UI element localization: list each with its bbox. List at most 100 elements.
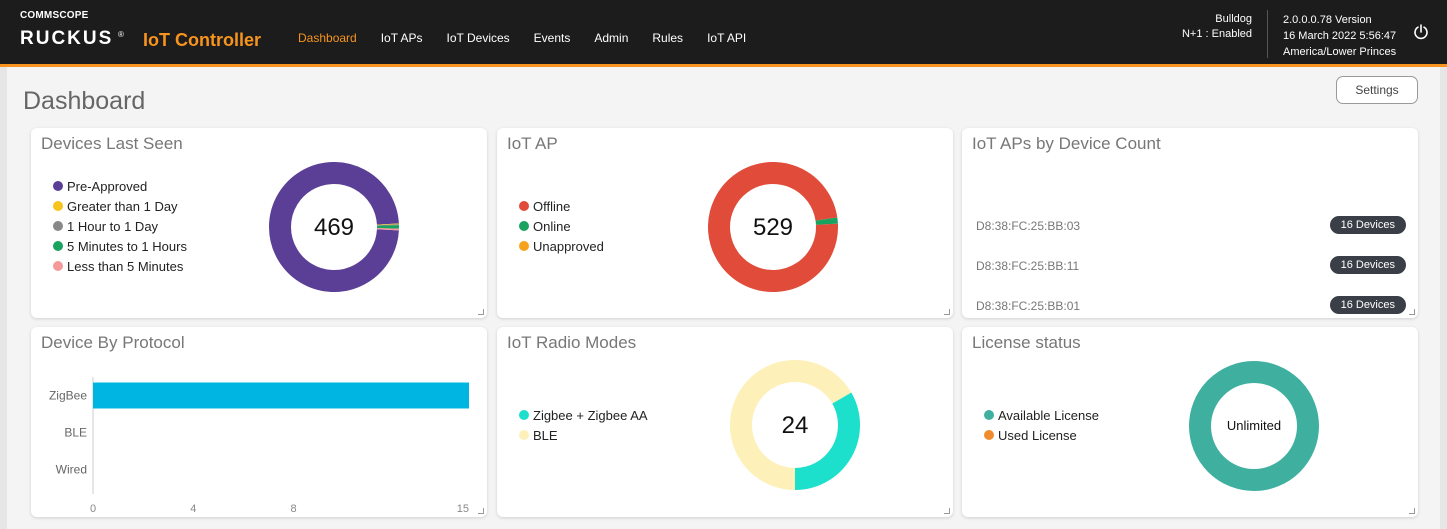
- legend-label: Unapproved: [533, 238, 604, 254]
- legend-label: Greater than 1 Day: [67, 198, 178, 214]
- divider: [1267, 10, 1268, 58]
- legend-dot: [53, 181, 63, 191]
- legend-label: Offline: [533, 198, 571, 214]
- legend-label: Online: [533, 218, 571, 234]
- card-title: IoT Radio Modes: [507, 333, 637, 352]
- radio-modes-legend: Zigbee + Zigbee AA BLE: [519, 405, 648, 445]
- legend-item[interactable]: Online: [519, 216, 604, 236]
- nav-rules[interactable]: Rules: [652, 31, 683, 45]
- legend-label: Pre-Approved: [67, 178, 148, 194]
- legend-item[interactable]: Unapproved: [519, 236, 604, 256]
- device-by-protocol-card: Device By Protocol ZigBee BLE Wired 0 4 8 15: [31, 327, 487, 517]
- donut-slice-online[interactable]: [815, 217, 838, 225]
- nav-iot-aps[interactable]: IoT APs: [381, 31, 423, 45]
- resize-handle[interactable]: [944, 508, 950, 514]
- legend-item[interactable]: Greater than 1 Day: [53, 196, 187, 216]
- registered-mark: ®: [118, 30, 124, 39]
- nav-events[interactable]: Events: [534, 31, 571, 45]
- version-info: 2.0.0.0.78 Version 16 March 2022 5:56:47…: [1283, 12, 1396, 60]
- aps-by-device-count-card: IoT APs by Device Count D8:38:FC:25:BB:0…: [962, 128, 1418, 318]
- resize-handle[interactable]: [1409, 309, 1415, 315]
- device-by-protocol-chart: ZigBee BLE Wired 0 4 8 15: [49, 377, 469, 515]
- donut-total: 24: [781, 412, 809, 439]
- legend-label: Used License: [998, 427, 1077, 443]
- category-label: BLE: [64, 426, 87, 440]
- legend-dot: [53, 241, 63, 251]
- donut-total: 529: [752, 214, 794, 241]
- product-name: IoT Controller: [143, 30, 261, 50]
- version: 2.0.0.0.78 Version: [1283, 14, 1372, 26]
- legend-dot: [53, 261, 63, 271]
- legend-dot: [53, 221, 63, 231]
- resize-handle[interactable]: [1409, 508, 1415, 514]
- category-label: Wired: [56, 463, 87, 477]
- top-bar: COMMSCOPE RUCKUS ® IoT Controller Dashbo…: [0, 0, 1447, 67]
- legend-dot: [984, 430, 994, 440]
- device-count-badge: 16 Devices: [1329, 216, 1406, 234]
- legend-dot: [53, 201, 63, 211]
- device-count-badge: 16 Devices: [1329, 256, 1406, 274]
- nav-admin[interactable]: Admin: [594, 31, 628, 45]
- license-legend: Available License Used License: [984, 405, 1099, 445]
- x-tick-label: 8: [290, 503, 296, 515]
- license-center-label: Unlimited: [1226, 418, 1282, 433]
- card-title: Devices Last Seen: [41, 134, 183, 153]
- legend-dot: [984, 410, 994, 420]
- nav-dashboard[interactable]: Dashboard: [298, 31, 357, 45]
- legend-label: Available License: [998, 407, 1099, 423]
- product-line-logo: RUCKUS: [20, 28, 114, 49]
- bar-zigbee[interactable]: [93, 382, 469, 409]
- legend-item[interactable]: 1 Hour to 1 Day: [53, 216, 187, 236]
- ap-mac: D8:38:FC:25:BB:03: [976, 219, 1081, 233]
- card-title: IoT AP: [507, 134, 558, 153]
- resize-handle[interactable]: [944, 309, 950, 315]
- datetime: 16 March 2022 5:56:47: [1283, 30, 1397, 42]
- donut-total: 469: [313, 214, 355, 241]
- legend-item[interactable]: Less than 5 Minutes: [53, 256, 187, 276]
- page-title: Dashboard: [23, 87, 146, 115]
- ap-mac: D8:38:FC:25:BB:01: [976, 299, 1081, 313]
- legend-item[interactable]: Used License: [984, 425, 1099, 445]
- ap-row[interactable]: D8:38:FC:25:BB:11 16 Devices: [976, 256, 1406, 276]
- power-icon[interactable]: [1413, 24, 1429, 40]
- legend-label: 5 Minutes to 1 Hours: [67, 238, 187, 254]
- devices-last-seen-card: Devices Last Seen Pre-Approved Greater t…: [31, 128, 487, 318]
- category-label: ZigBee: [49, 389, 87, 403]
- legend-label: Zigbee + Zigbee AA: [533, 407, 648, 423]
- legend-label: 1 Hour to 1 Day: [67, 218, 159, 234]
- devices-last-seen-legend: Pre-Approved Greater than 1 Day 1 Hour t…: [53, 176, 187, 276]
- card-title: Device By Protocol: [41, 333, 185, 352]
- settings-button[interactable]: Settings: [1336, 76, 1418, 104]
- license-status-card: License status Available License Used Li…: [962, 327, 1418, 517]
- resize-handle[interactable]: [478, 508, 484, 514]
- legend-item[interactable]: Pre-Approved: [53, 176, 187, 196]
- legend-item[interactable]: Zigbee + Zigbee AA: [519, 405, 648, 425]
- x-tick-label: 0: [90, 503, 96, 515]
- company-logo: COMMSCOPE: [20, 10, 89, 21]
- legend-item[interactable]: Offline: [519, 196, 604, 216]
- legend-dot: [519, 410, 529, 420]
- nav-iot-api[interactable]: IoT API: [707, 31, 746, 45]
- device-count-badge: 16 Devices: [1329, 296, 1406, 314]
- radio-modes-card: IoT Radio Modes Zigbee + Zigbee AA BLE 2…: [497, 327, 953, 517]
- timezone: America/Lower Princes: [1283, 46, 1397, 58]
- nav-iot-devices[interactable]: IoT Devices: [447, 31, 510, 45]
- legend-item[interactable]: 5 Minutes to 1 Hours: [53, 236, 187, 256]
- x-tick-label: 4: [190, 503, 196, 515]
- legend-dot: [519, 241, 529, 251]
- redundancy-status: N+1 : Enabled: [1181, 28, 1252, 40]
- legend-label: BLE: [533, 427, 558, 443]
- resize-handle[interactable]: [478, 309, 484, 315]
- legend-item[interactable]: Available License: [984, 405, 1099, 425]
- legend-dot: [519, 430, 529, 440]
- system-info: Bulldog N+1 : Enabled: [1182, 12, 1252, 42]
- iot-ap-card: IoT AP Offline Online Unapproved 529: [497, 128, 953, 318]
- ap-row[interactable]: D8:38:FC:25:BB:01 16 Devices: [976, 296, 1406, 316]
- legend-label: Less than 5 Minutes: [67, 258, 184, 274]
- main-nav: Dashboard IoT APs IoT Devices Events Adm…: [298, 31, 770, 45]
- legend-dot: [519, 201, 529, 211]
- legend-item[interactable]: BLE: [519, 425, 648, 445]
- ap-row[interactable]: D8:38:FC:25:BB:03 16 Devices: [976, 216, 1406, 236]
- iot-ap-legend: Offline Online Unapproved: [519, 196, 604, 256]
- system-name: Bulldog: [1215, 13, 1252, 25]
